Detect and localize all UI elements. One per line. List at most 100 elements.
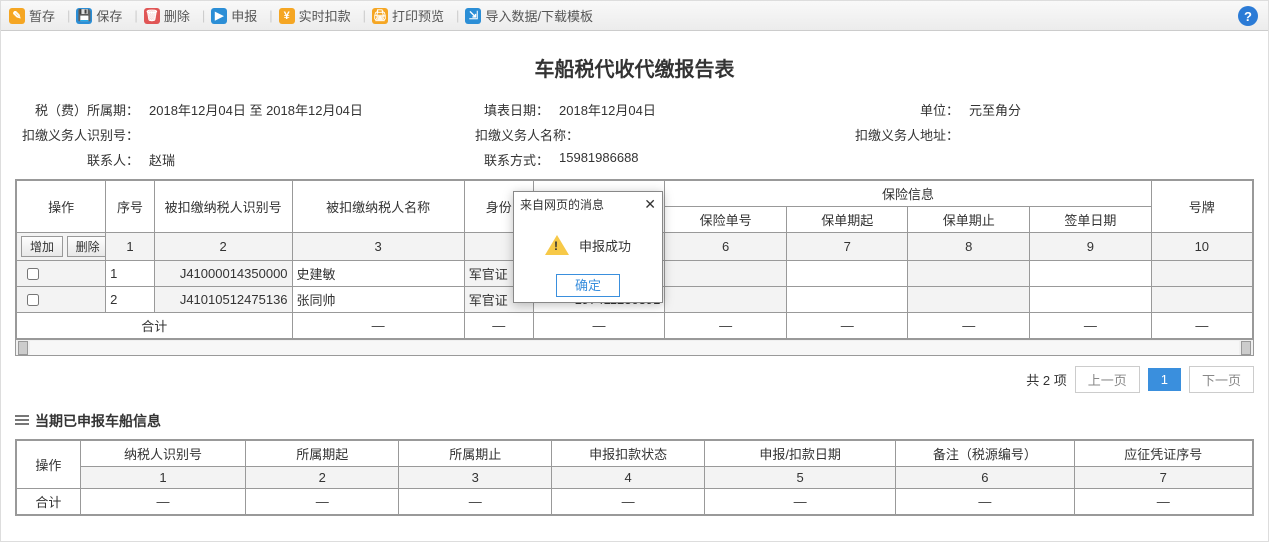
withhold-addr-value <box>965 125 969 144</box>
cell-sign-date[interactable] <box>1030 261 1152 287</box>
col-policy-start: 保单期起 <box>786 207 908 233</box>
save-button[interactable]: 💾保存 <box>76 6 122 25</box>
dash: — <box>665 313 787 339</box>
pager: 共 2 项 上一页 1 下一页 <box>1 366 1254 393</box>
withhold-name-label: 扣缴义务人名称： <box>475 125 585 144</box>
colnum: 2 <box>246 467 399 489</box>
col-insurance-group: 保险信息 <box>665 181 1151 207</box>
dash: — <box>246 489 399 515</box>
col-period-end: 所属期止 <box>399 441 552 467</box>
colnum: 1 <box>80 467 246 489</box>
period-value: 2018年12月04日 至 2018年12月04日 <box>145 100 363 119</box>
total-row: 合计 — — — — — — — — <box>17 313 1253 339</box>
cell-sign-date[interactable] <box>1030 287 1152 313</box>
pager-total: 共 2 项 <box>1026 370 1066 389</box>
save-draft-button[interactable]: ✎暂存 <box>9 6 55 25</box>
separator: | <box>456 8 459 23</box>
next-page-button[interactable]: 下一页 <box>1189 366 1254 393</box>
dash: — <box>292 313 464 339</box>
colnum: 7 <box>1074 467 1252 489</box>
withhold-addr-label: 扣缴义务人地址： <box>835 125 965 144</box>
dash: — <box>464 313 533 339</box>
dialog-message: 申报成功 <box>579 236 631 255</box>
cell-plate[interactable] <box>1151 261 1252 287</box>
col-withheld-id: 被扣缴纳税人识别号 <box>154 181 292 233</box>
contact-value: 赵瑞 <box>145 150 175 169</box>
dash: — <box>908 313 1030 339</box>
info-row: 扣缴义务人识别号： 扣缴义务人名称： 扣缴义务人地址： <box>15 125 1254 144</box>
scroll-right-icon[interactable] <box>1241 341 1251 355</box>
col-period-start: 所属期起 <box>246 441 399 467</box>
ok-button[interactable]: 确定 <box>556 274 620 297</box>
col-withheld-name: 被扣缴纳税人名称 <box>292 181 464 233</box>
delete-row-button[interactable]: 删除 <box>67 236 106 257</box>
save-icon: 💾 <box>76 8 92 24</box>
dash: — <box>552 489 705 515</box>
help-icon[interactable]: ? <box>1238 6 1258 26</box>
scroll-left-icon[interactable] <box>18 341 28 355</box>
row-checkbox[interactable] <box>27 268 39 280</box>
cell-policy-end[interactable] <box>908 287 1030 313</box>
pay-icon: ¥ <box>279 8 295 24</box>
dialog-header: 来自网页的消息 ✕ <box>514 192 662 217</box>
colnum: 6 <box>665 233 787 261</box>
separator: | <box>269 8 272 23</box>
page-number-button[interactable]: 1 <box>1148 368 1181 391</box>
add-button[interactable]: 增加 <box>21 236 63 257</box>
dash: — <box>1030 313 1152 339</box>
cell-withheld-name[interactable]: 张同帅 <box>292 287 464 313</box>
delete-button[interactable]: 🗑删除 <box>144 6 190 25</box>
col-remark: 备注（税源编号） <box>896 441 1074 467</box>
contact-label: 联系人： <box>15 150 145 169</box>
withhold-name-value <box>585 125 589 144</box>
realtime-pay-button[interactable]: ¥实时扣款 <box>279 6 351 25</box>
row-checkbox-cell <box>17 261 106 287</box>
dash: — <box>80 489 246 515</box>
toolbar: ✎暂存 | 💾保存 | 🗑删除 | ▶申报 | ¥实时扣款 | 🖨打印预览 | … <box>1 1 1268 31</box>
dash: — <box>705 489 896 515</box>
row-checkbox[interactable] <box>27 294 39 306</box>
separator: | <box>67 8 70 23</box>
row-checkbox-cell <box>17 287 106 313</box>
cell-withheld-id[interactable]: J41000014350000 <box>154 261 292 287</box>
declare-button[interactable]: ▶申报 <box>211 6 257 25</box>
total-label: 合计 <box>17 313 293 339</box>
cell-policy-start[interactable] <box>786 261 908 287</box>
col-seq: 序号 <box>106 181 155 233</box>
cell-withheld-name[interactable]: 史建敏 <box>292 261 464 287</box>
cell-plate[interactable] <box>1151 287 1252 313</box>
col-op: 操作 <box>17 441 81 489</box>
dash: — <box>399 489 552 515</box>
info-row: 联系人：赵瑞 联系方式：15981986688 <box>15 150 1254 169</box>
cell-ins-no[interactable] <box>665 287 787 313</box>
dash: — <box>1151 313 1252 339</box>
scroll-track[interactable] <box>30 341 1239 355</box>
col-taxpayer-id: 纳税人识别号 <box>80 441 246 467</box>
unit-label: 单位： <box>835 100 965 119</box>
contact-way-label: 联系方式： <box>475 150 555 169</box>
colnum: 10 <box>1151 233 1252 261</box>
cell-ins-no[interactable] <box>665 261 787 287</box>
cell-policy-start[interactable] <box>786 287 908 313</box>
add-delete-cell: 增加 删除 <box>17 233 106 261</box>
save-draft-icon: ✎ <box>9 8 25 24</box>
period-label: 税（费）所属期： <box>15 100 145 119</box>
page-title: 车船税代收代缴报告表 <box>15 53 1254 82</box>
horizontal-scrollbar[interactable] <box>16 339 1253 355</box>
col-policy-end: 保单期止 <box>908 207 1030 233</box>
import-icon: ⇲ <box>465 8 481 24</box>
colnum: 9 <box>1030 233 1152 261</box>
import-button[interactable]: ⇲导入数据/下载模板 <box>465 6 593 25</box>
alert-dialog: 来自网页的消息 ✕ 申报成功 确定 <box>513 191 663 303</box>
cell-withheld-id[interactable]: J41010512475136 <box>154 287 292 313</box>
dialog-footer: 确定 <box>514 267 662 302</box>
total-label: 合计 <box>17 489 81 515</box>
close-icon[interactable]: ✕ <box>644 196 656 213</box>
colnum: 3 <box>399 467 552 489</box>
cell-policy-end[interactable] <box>908 261 1030 287</box>
print-preview-button[interactable]: 🖨打印预览 <box>372 6 444 25</box>
declared-table: 操作 纳税人识别号 所属期起 所属期止 申报扣款状态 申报/扣款日期 备注（税源… <box>15 439 1254 516</box>
withhold-id-label: 扣缴义务人识别号： <box>15 125 145 144</box>
header-row: 操作 纳税人识别号 所属期起 所属期止 申报扣款状态 申报/扣款日期 备注（税源… <box>17 441 1253 467</box>
prev-page-button[interactable]: 上一页 <box>1075 366 1140 393</box>
